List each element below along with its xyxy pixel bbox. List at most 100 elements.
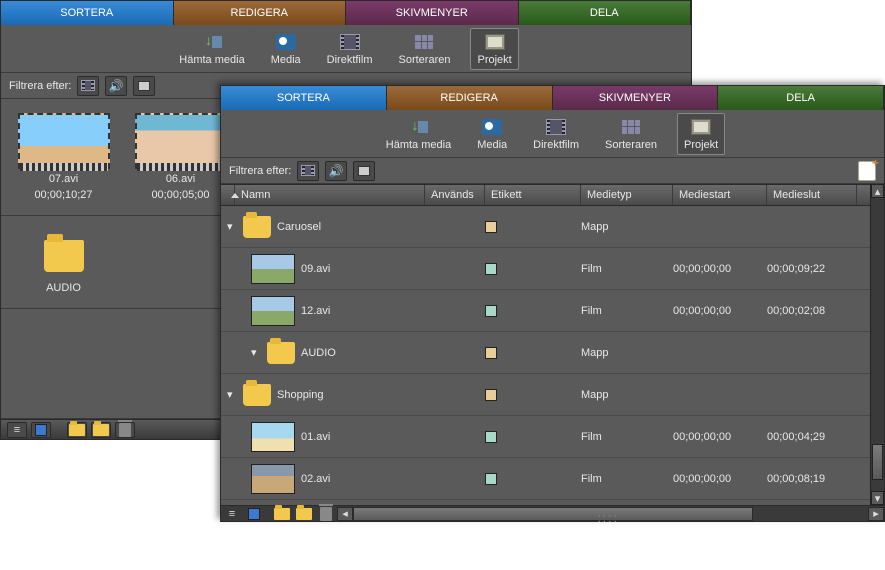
scroll-thumb[interactable] [353, 507, 753, 521]
label-swatch[interactable] [485, 221, 497, 233]
table-row[interactable]: ▾CaruoselMapp [221, 206, 884, 248]
table-row[interactable]: 09.aviFilm00;00;00;0000;00;09;22 [221, 248, 884, 290]
list-area: Namn Används Etikett Medietyp Mediestart… [221, 184, 884, 505]
main-tabs: SORTERA REDIGERA SKIVMENYER DELA [1, 1, 691, 25]
col-end[interactable]: Medieslut [767, 185, 857, 205]
col-expand[interactable] [221, 185, 235, 205]
tab-edit[interactable]: REDIGERA [387, 86, 553, 110]
clip-timecode: 00;00;05;00 [151, 189, 209, 201]
fetch-media-label: Hämta media [386, 139, 451, 151]
toolbar: Hämta media Media Direktfilm Sorteraren … [1, 25, 691, 73]
table-row[interactable]: ▾ShoppingMapp [221, 374, 884, 416]
label-swatch[interactable] [485, 347, 497, 359]
resize-handle[interactable]: :::: [597, 511, 618, 525]
fetch-media-button[interactable]: Hämta media [173, 29, 250, 69]
media-start: 00;00;00;00 [673, 431, 767, 443]
filter-audio-button[interactable]: 🔊 [105, 76, 127, 96]
col-type[interactable]: Medietyp [581, 185, 673, 205]
filter-image-button[interactable] [133, 76, 155, 96]
tab-sort[interactable]: SORTERA [1, 1, 174, 25]
label-swatch[interactable] [485, 473, 497, 485]
delete-button[interactable] [115, 422, 135, 438]
grid-icon [415, 35, 433, 49]
table-row[interactable]: 12.aviFilm00;00;00;0000;00;02;08 [221, 290, 884, 332]
item-name: 09.avi [301, 263, 330, 275]
main-tabs: SORTERA REDIGERA SKIVMENYER DELA [221, 86, 884, 110]
direct-film-button[interactable]: Direktfilm [321, 29, 379, 69]
project-icon [691, 119, 711, 135]
expander-icon[interactable]: ▾ [227, 220, 237, 233]
scroll-left-button[interactable]: ◂ [337, 507, 353, 521]
table-row[interactable]: ▾AUDIOMapp [221, 332, 884, 374]
fetch-media-label: Hämta media [179, 54, 244, 66]
list-icon: ≡ [229, 508, 235, 520]
folder-icon [93, 424, 109, 436]
direct-film-label: Direktfilm [533, 139, 579, 151]
open-folder-button[interactable] [67, 422, 87, 438]
filter-video-button[interactable] [77, 76, 99, 96]
folder-item[interactable]: AUDIO [11, 226, 116, 298]
filter-video-button[interactable] [297, 161, 319, 181]
open-folder-button[interactable] [271, 504, 293, 524]
col-start[interactable]: Mediestart [673, 185, 767, 205]
label-swatch[interactable] [485, 431, 497, 443]
horizontal-scrollbar[interactable]: ≡ ◂ ▸ [221, 505, 884, 521]
table-row[interactable]: 02.aviFilm00;00;00;0000;00;08;19 [221, 458, 884, 500]
scroll-up-button[interactable]: ▴ [871, 184, 884, 198]
tab-sort[interactable]: SORTERA [221, 86, 387, 110]
clip-name: 06.avi [166, 173, 195, 185]
tab-disc[interactable]: SKIVMENYER [346, 1, 519, 25]
filter-image-button[interactable] [353, 161, 375, 181]
filter-label: Filtrera efter: [9, 80, 71, 92]
direct-film-label: Direktfilm [327, 54, 373, 66]
expander-icon[interactable]: ▾ [251, 346, 261, 359]
media-type: Film [581, 305, 673, 317]
project-button[interactable]: Projekt [677, 113, 725, 155]
tab-disc[interactable]: SKIVMENYER [553, 86, 719, 110]
col-used[interactable]: Används [425, 185, 485, 205]
col-name[interactable]: Namn [235, 185, 425, 205]
fetch-media-button[interactable]: Hämta media [380, 114, 457, 154]
tab-share[interactable]: DELA [718, 86, 884, 110]
scroll-down-button[interactable]: ▾ [871, 491, 884, 505]
folder-icon [243, 216, 271, 238]
label-swatch[interactable] [485, 263, 497, 275]
new-item-button[interactable] [858, 161, 876, 181]
media-type: Film [581, 263, 673, 275]
item-name: 12.avi [301, 305, 330, 317]
scroll-thumb[interactable] [872, 444, 883, 480]
window-list: SORTERA REDIGERA SKIVMENYER DELA Hämta m… [220, 85, 885, 522]
sorter-button[interactable]: Sorteraren [393, 29, 457, 69]
sorter-button[interactable]: Sorteraren [599, 114, 663, 154]
clip-item[interactable]: 07.avi 00;00;10;27 [11, 109, 116, 205]
vertical-scrollbar[interactable]: ▴ ▾ [870, 184, 884, 505]
sorter-label: Sorteraren [605, 139, 657, 151]
delete-button[interactable] [315, 504, 337, 524]
new-folder-button[interactable] [91, 422, 111, 438]
view-list-button[interactable]: ≡ [7, 422, 27, 438]
label-swatch[interactable] [485, 305, 497, 317]
clip-thumbnail [18, 113, 110, 169]
filter-audio-button[interactable]: 🔊 [325, 161, 347, 181]
expander-icon[interactable]: ▾ [227, 388, 237, 401]
view-grid-button[interactable] [243, 504, 265, 524]
clip-thumbnail [251, 254, 295, 284]
new-folder-button[interactable] [293, 504, 315, 524]
col-label[interactable]: Etikett [485, 185, 581, 205]
media-type: Mapp [581, 221, 673, 233]
scroll-right-button[interactable]: ▸ [868, 507, 884, 521]
table-row[interactable]: 01.aviFilm00;00;00;0000;00;04;29 [221, 416, 884, 458]
view-grid-button[interactable] [31, 422, 51, 438]
project-button[interactable]: Projekt [470, 28, 518, 70]
media-button[interactable]: Media [265, 29, 307, 69]
label-swatch[interactable] [485, 389, 497, 401]
clip-item[interactable]: 06.avi 00;00;05;00 [128, 109, 233, 205]
item-name: Shopping [277, 389, 324, 401]
image-icon [358, 166, 370, 176]
media-button[interactable]: Media [471, 114, 513, 154]
view-list-button[interactable]: ≡ [221, 504, 243, 524]
direct-film-button[interactable]: Direktfilm [527, 114, 585, 154]
tab-edit[interactable]: REDIGERA [174, 1, 347, 25]
tab-share[interactable]: DELA [519, 1, 692, 25]
clip-thumbnail [135, 113, 227, 169]
